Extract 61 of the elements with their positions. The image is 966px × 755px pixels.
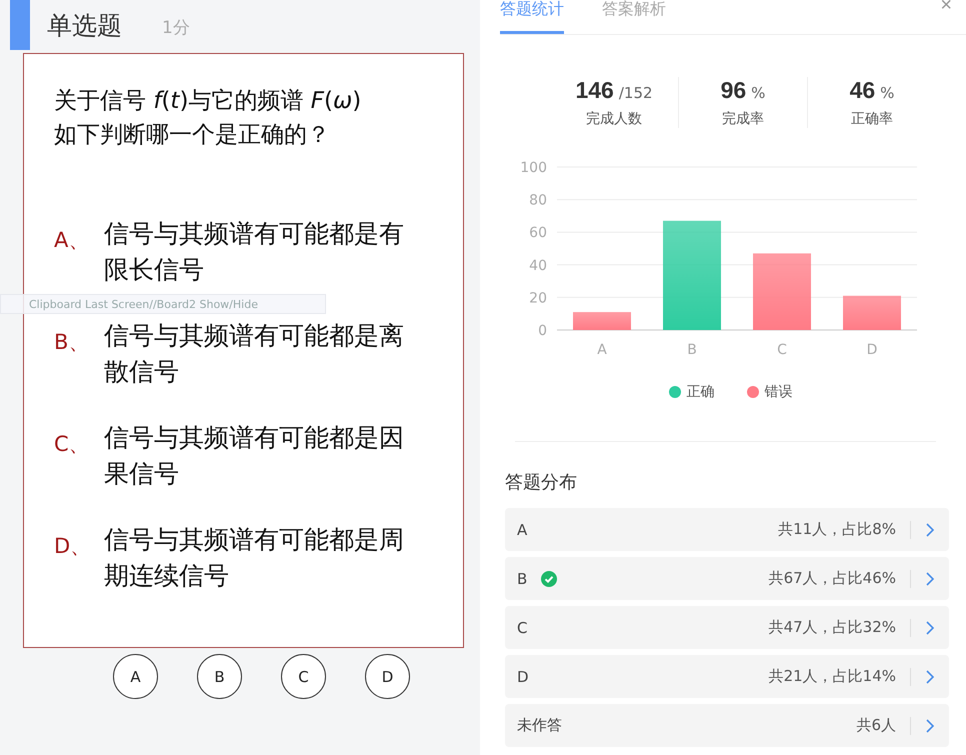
question-type: 单选题 — [47, 10, 122, 42]
axis-tick-label: 20 — [529, 290, 547, 306]
option-text: 信号与其频谱有可能都是离散信号 — [104, 320, 405, 388]
axis-category-label: A — [597, 342, 607, 358]
choice-button[interactable]: B — [197, 654, 242, 699]
option-text: 信号与其频谱有可能都是周期连续信号 — [104, 524, 405, 592]
question-stem: 关于信号 f(t)与它的频谱 F(ω)如下判断哪一个是正确的？ — [54, 87, 362, 150]
choice-button[interactable]: D — [365, 654, 410, 699]
chevron-right-icon — [925, 570, 935, 586]
option-text: 信号与其频谱有可能都是有限长信号 — [104, 218, 405, 286]
row-summary: 共67人，占比46% — [768, 569, 896, 588]
option-label: B、 — [54, 329, 90, 356]
stat-unit: % — [751, 84, 766, 102]
row-option: A — [517, 520, 528, 538]
choice-button[interactable]: A — [113, 654, 158, 699]
tooltip: Clipboard Last Screen//Board2 Show/Hide — [0, 294, 326, 314]
axis-tick-label: 100 — [520, 160, 547, 176]
section-title: 答题分布 — [505, 471, 578, 494]
chevron-right-icon — [925, 718, 935, 734]
choice-button[interactable]: C — [281, 654, 326, 699]
row-option: D — [517, 668, 529, 686]
axis-category-label: D — [866, 342, 878, 358]
stat-unit: % — [880, 84, 894, 102]
stat-label: 完成人数 — [586, 110, 642, 128]
question-score: 1分 — [162, 16, 190, 38]
option-label: C、 — [54, 431, 91, 458]
option-label: D、 — [54, 533, 92, 560]
legend-label: 错误 — [764, 383, 792, 401]
stat-value: 46 — [850, 77, 876, 104]
distribution-row[interactable]: C 共47人，占比32% — [505, 606, 949, 649]
row-option: B — [517, 570, 528, 588]
distribution-row[interactable]: B 共67人，占比46% — [505, 557, 949, 600]
axis-category-label: B — [687, 342, 697, 358]
row-summary: 共11人，占比8% — [778, 520, 896, 539]
legend-label: 正确 — [686, 383, 714, 401]
row-summary: 共21人，占比14% — [768, 667, 896, 686]
accent-bar — [10, 0, 30, 50]
bar — [843, 296, 901, 330]
option-text: 信号与其频谱有可能都是因果信号 — [104, 422, 405, 490]
stat-value: 96 — [720, 77, 746, 104]
axis-tick-label: 0 — [538, 323, 547, 339]
bar — [573, 312, 631, 330]
stat-value: 146 — [575, 77, 614, 104]
axis-tick-label: 40 — [529, 258, 547, 274]
stat-label: 正确率 — [851, 110, 893, 128]
option-label: A、 — [54, 227, 90, 254]
row-summary: 共47人，占比32% — [768, 618, 896, 637]
distribution-row[interactable]: 未作答 共6人 — [505, 704, 949, 747]
row-summary: 共6人 — [856, 716, 896, 735]
chevron-right-icon — [925, 668, 935, 684]
row-option: C — [517, 618, 528, 636]
stat-label: 完成率 — [722, 110, 764, 128]
stat-unit: /152 — [618, 84, 653, 102]
chevron-right-icon — [925, 522, 935, 538]
axis-tick-label: 80 — [529, 192, 547, 209]
axis-tick-label: 60 — [529, 225, 547, 242]
chevron-right-icon — [925, 620, 935, 636]
row-option: 未作答 — [517, 716, 562, 735]
axis-category-label: C — [777, 342, 787, 358]
distribution-row[interactable]: A 共11人，占比8% — [505, 508, 949, 551]
distribution-row[interactable]: D 共21人，占比14% — [505, 655, 949, 698]
